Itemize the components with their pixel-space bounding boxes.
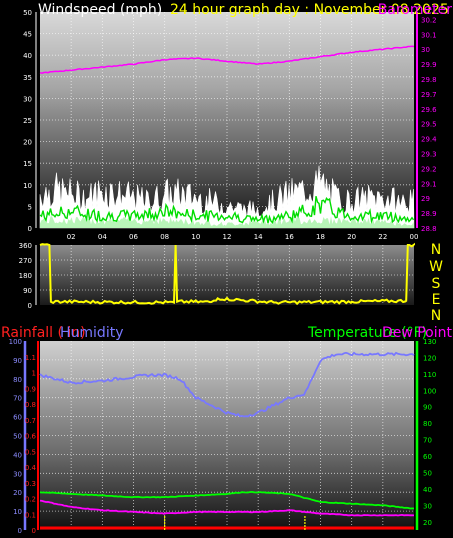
temperature-y-tick-label: 90 — [423, 404, 432, 412]
rainfall-y-tick-label: 1 — [32, 370, 36, 378]
temperature-y-tick-label: 110 — [423, 371, 436, 379]
compass-letter: S — [432, 276, 441, 292]
humidity-y-tick-label: 10 — [13, 508, 22, 516]
barometer-y-tick-label: 29.5 — [421, 121, 437, 129]
x-tick-label: 10 — [191, 233, 200, 241]
humidity-y-tick-label: 0 — [18, 527, 22, 535]
wind-y-tick-label: 10 — [23, 182, 32, 190]
humidity-y-tick-label: 40 — [13, 451, 22, 459]
x-tick-label: 06 — [129, 233, 138, 241]
humidity-y-tick-label: 90 — [13, 357, 22, 365]
x-tick-label: 14 — [254, 233, 263, 241]
barometer-y-tick-label: 30.1 — [421, 31, 437, 39]
x-tick-label: 12 — [223, 233, 232, 241]
humidity-label: Humidity — [60, 325, 123, 341]
rainfall-y-tick-label: 0.4 — [25, 464, 37, 472]
weather-graph: 0510152025303540455028.828.92929.129.229… — [1, 2, 453, 535]
temperature-y-tick-label: 70 — [423, 437, 432, 445]
temperature-y-tick-label: 80 — [423, 420, 432, 428]
barometer-y-tick-label: 28.8 — [421, 225, 437, 233]
barometer-y-tick-label: 29.6 — [421, 106, 437, 114]
direction-y-tick-label: 270 — [19, 257, 32, 265]
humidity-y-tick-label: 70 — [13, 395, 22, 403]
barometer-y-tick-label: 29.8 — [421, 76, 437, 84]
dewpoint-label: Dew Point — [382, 325, 453, 341]
compass-letter: N — [431, 242, 441, 258]
temperature-y-tick-label: 60 — [423, 453, 432, 461]
wind-y-tick-label: 25 — [23, 117, 32, 125]
humidity-y-tick-label: 60 — [13, 414, 22, 422]
temperature-y-tick-label: 50 — [423, 469, 432, 477]
barometer-title: Barometer — [378, 2, 453, 18]
barometer-y-tick-label: 29.2 — [421, 165, 437, 173]
humidity-y-tick-label: 50 — [13, 433, 22, 441]
rainfall-y-tick-label: 0 — [32, 527, 36, 535]
barometer-y-tick-label: 30 — [421, 46, 430, 54]
rainfall-y-tick-label: 0.7 — [25, 417, 36, 425]
x-tick-label: 00 — [410, 233, 419, 241]
barometer-y-tick-label: 29.3 — [421, 151, 437, 159]
rainfall-y-tick-label: 0.5 — [25, 448, 36, 456]
wind-y-tick-label: 45 — [23, 31, 32, 39]
x-tick-label: 20 — [347, 233, 356, 241]
temperature-y-tick-label: 100 — [423, 387, 436, 395]
wind-y-tick-label: 50 — [23, 9, 32, 17]
temperature-y-tick-label: 40 — [423, 486, 432, 494]
rainfall-y-tick-label: 0.1 — [25, 511, 36, 519]
barometer-y-tick-label: 29 — [421, 195, 430, 203]
windspeed-title: Windspeed (mph) — [38, 2, 162, 18]
wind-y-tick-label: 30 — [23, 95, 32, 103]
wind-y-tick-label: 5 — [28, 203, 32, 211]
humidity-y-tick-label: 80 — [13, 376, 22, 384]
temperature-y-tick-label: 30 — [423, 502, 432, 510]
direction-y-tick-label: 180 — [19, 272, 32, 280]
direction-y-tick-label: 90 — [23, 287, 32, 295]
rainfall-y-tick-label: 0.6 — [25, 433, 37, 441]
wind-y-tick-label: 0 — [28, 225, 32, 233]
x-tick-label: 18 — [316, 233, 325, 241]
x-tick-label: 16 — [285, 233, 294, 241]
compass-letter: W — [429, 259, 443, 275]
humidity-y-tick-label: 20 — [13, 489, 22, 497]
rainfall-y-tick-label: 1.1 — [25, 354, 36, 362]
temperature-y-tick-label: 120 — [423, 354, 436, 362]
rainfall-y-tick-label: 0.8 — [25, 401, 36, 409]
x-tick-label: 04 — [98, 233, 107, 241]
direction-y-tick-label: 360 — [19, 242, 32, 250]
wind-y-tick-label: 35 — [23, 74, 32, 82]
barometer-y-tick-label: 29.4 — [421, 136, 437, 144]
temperature-y-tick-label: 20 — [423, 519, 432, 527]
compass-letter: N — [431, 308, 441, 324]
barometer-y-tick-label: 29.7 — [421, 91, 437, 99]
barometer-y-tick-label: 29.1 — [421, 180, 437, 188]
compass-letter: E — [432, 292, 441, 308]
barometer-y-tick-label: 28.9 — [421, 210, 437, 218]
direction-y-tick-label: 0 — [28, 302, 32, 310]
wind-y-tick-label: 40 — [23, 52, 32, 60]
barometer-y-tick-label: 29.9 — [421, 61, 437, 69]
rainfall-y-tick-label: 0.3 — [25, 480, 36, 488]
humidity-y-tick-label: 30 — [13, 470, 22, 478]
x-tick-label: 22 — [378, 233, 387, 241]
rainfall-y-tick-label: 0.9 — [25, 385, 36, 393]
wind-y-tick-label: 20 — [23, 139, 32, 147]
rainfall-y-tick-label: 0.2 — [25, 496, 36, 504]
x-tick-label: 08 — [160, 233, 169, 241]
wind-y-tick-label: 15 — [23, 160, 32, 168]
x-tick-label: 02 — [67, 233, 76, 241]
